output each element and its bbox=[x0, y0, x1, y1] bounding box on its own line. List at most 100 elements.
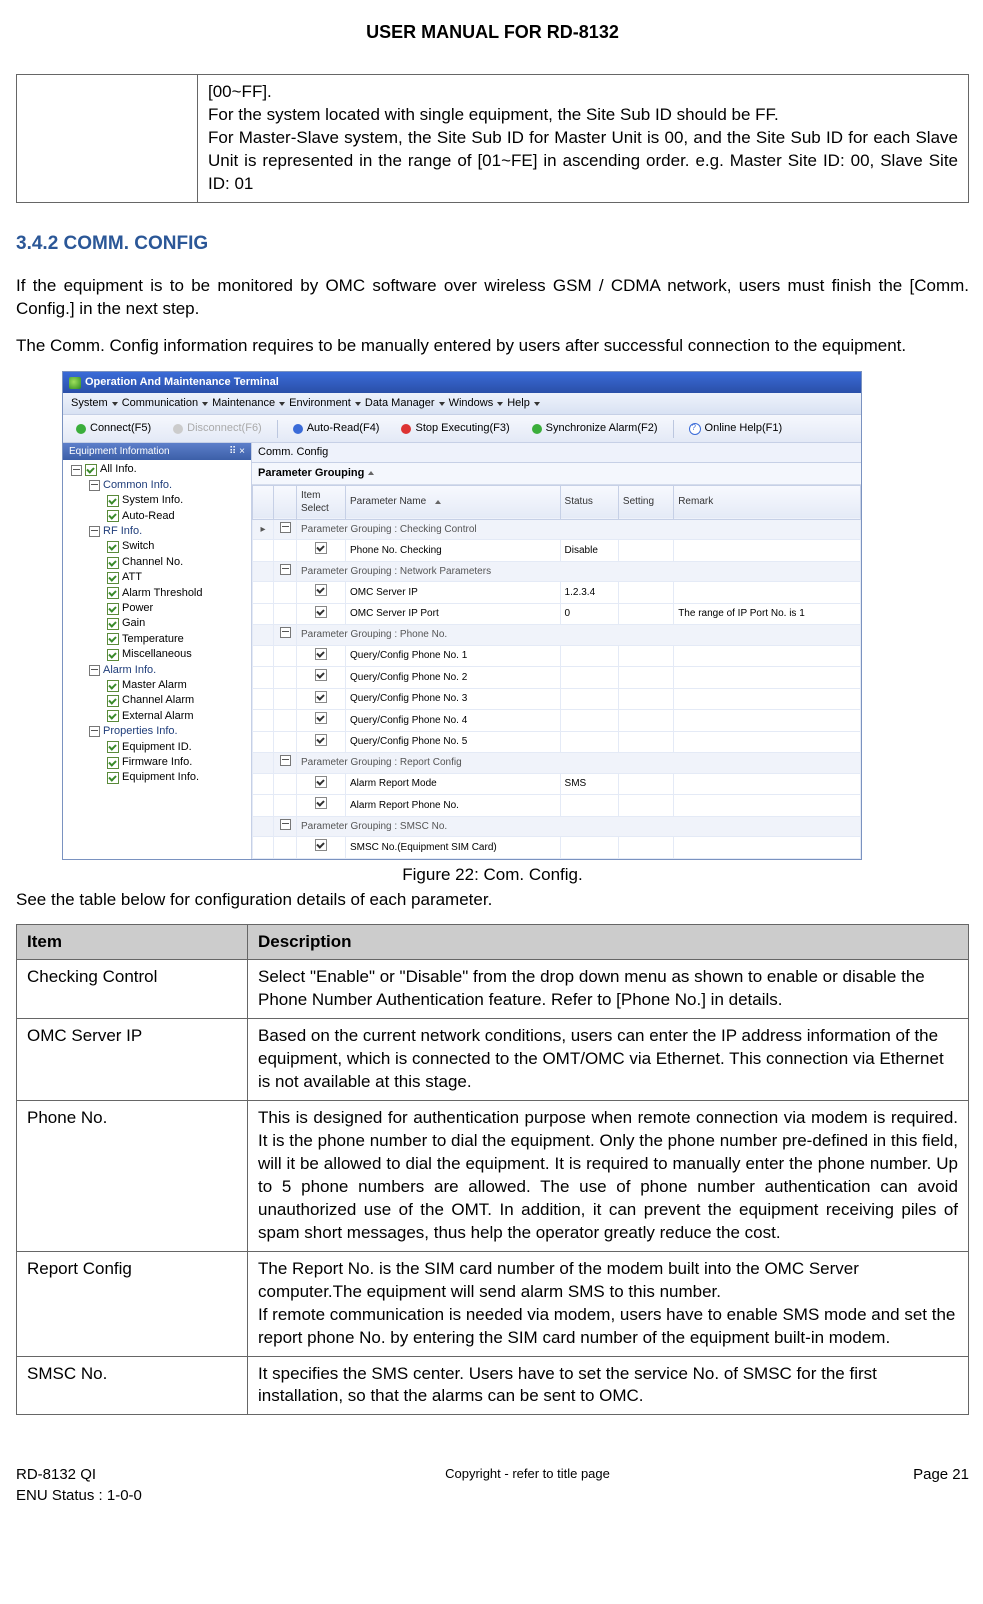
page-footer: RD-8132 QI ENU Status : 1-0-0 Copyright … bbox=[16, 1465, 969, 1506]
pin-close-icons[interactable]: ⠿ × bbox=[229, 445, 245, 459]
row-phone-no-checking[interactable]: Phone No. CheckingDisable bbox=[253, 540, 861, 562]
col-status[interactable]: Status bbox=[560, 485, 618, 519]
tab-comm-config[interactable]: Comm. Config bbox=[252, 443, 861, 463]
tree-att[interactable]: ATT bbox=[67, 570, 247, 585]
group-smsc-no[interactable]: Parameter Grouping : SMSC No. bbox=[253, 816, 861, 837]
collapse-icon[interactable] bbox=[71, 465, 82, 476]
checkbox-icon[interactable] bbox=[315, 712, 327, 724]
collapse-icon[interactable] bbox=[89, 665, 100, 676]
checkbox-icon[interactable] bbox=[315, 542, 327, 554]
check-icon bbox=[107, 587, 119, 599]
tree-equipment-info[interactable]: Equipment Info. bbox=[67, 770, 247, 785]
tree-external-alarm[interactable]: External Alarm bbox=[67, 709, 247, 724]
menubar: System Communication Maintenance Environ… bbox=[63, 393, 861, 414]
group-network-params[interactable]: Parameter Grouping : Network Parameters bbox=[253, 561, 861, 582]
tree-system-info[interactable]: System Info. bbox=[67, 493, 247, 508]
checkbox-icon[interactable] bbox=[315, 839, 327, 851]
auto-read-button[interactable]: Auto-Read(F4) bbox=[286, 418, 387, 439]
checkbox-icon[interactable] bbox=[315, 734, 327, 746]
row-phone-2[interactable]: Query/Config Phone No. 2 bbox=[253, 667, 861, 689]
row-phone-1[interactable]: Query/Config Phone No. 1 bbox=[253, 645, 861, 667]
menu-help[interactable]: Help bbox=[507, 396, 540, 411]
menu-communication[interactable]: Communication bbox=[122, 396, 208, 411]
menu-maintenance[interactable]: Maintenance bbox=[212, 396, 285, 411]
connect-button[interactable]: Connect(F5) bbox=[69, 418, 158, 439]
window-titlebar: Operation And Maintenance Terminal bbox=[63, 372, 861, 393]
row-phone-4[interactable]: Query/Config Phone No. 4 bbox=[253, 710, 861, 732]
menu-windows[interactable]: Windows bbox=[449, 396, 504, 411]
tree-master-alarm[interactable]: Master Alarm bbox=[67, 678, 247, 693]
toolbar-separator bbox=[277, 420, 278, 438]
sync-alarm-button[interactable]: Synchronize Alarm(F2) bbox=[525, 418, 665, 439]
row-alarm-report-mode[interactable]: Alarm Report ModeSMS bbox=[253, 773, 861, 795]
checkbox-icon[interactable] bbox=[315, 797, 327, 809]
footer-page-number: Page 21 bbox=[913, 1465, 969, 1485]
collapse-icon[interactable] bbox=[89, 726, 100, 737]
tree-gain[interactable]: Gain bbox=[67, 616, 247, 631]
collapse-icon[interactable] bbox=[280, 627, 291, 638]
online-help-button[interactable]: Online Help(F1) bbox=[682, 418, 790, 439]
tree-alarm-info[interactable]: Alarm Info. bbox=[67, 663, 247, 678]
tree-power[interactable]: Power bbox=[67, 601, 247, 616]
tree-auto-read[interactable]: Auto-Read bbox=[67, 509, 247, 524]
row-alarm-report-phone[interactable]: Alarm Report Phone No. bbox=[253, 795, 861, 817]
checkbox-icon[interactable] bbox=[315, 648, 327, 660]
collapse-icon[interactable] bbox=[89, 480, 100, 491]
check-icon bbox=[107, 695, 119, 707]
checkbox-icon[interactable] bbox=[315, 776, 327, 788]
group-checking-control[interactable]: ▸Parameter Grouping : Checking Control bbox=[253, 519, 861, 540]
toolbar-separator bbox=[673, 420, 674, 438]
stop-icon bbox=[401, 424, 411, 434]
checkbox-icon[interactable] bbox=[315, 584, 327, 596]
check-icon bbox=[107, 618, 119, 630]
collapse-icon[interactable] bbox=[280, 522, 291, 533]
disconnect-button: Disconnect(F6) bbox=[166, 418, 269, 439]
collapse-icon[interactable] bbox=[280, 819, 291, 830]
checkbox-icon[interactable] bbox=[315, 669, 327, 681]
col-item: Item bbox=[17, 924, 248, 960]
parameter-grouping-header[interactable]: Parameter Grouping bbox=[252, 463, 861, 485]
menu-environment[interactable]: Environment bbox=[289, 396, 361, 411]
site-sub-id-table: [00~FF]. For the system located with sin… bbox=[16, 74, 969, 203]
footer-left: RD-8132 QI ENU Status : 1-0-0 bbox=[16, 1465, 142, 1506]
tree-all-info[interactable]: All Info. bbox=[67, 462, 247, 477]
collapse-icon[interactable] bbox=[89, 526, 100, 537]
col-param-name[interactable]: Parameter Name bbox=[346, 485, 561, 519]
group-phone-no[interactable]: Parameter Grouping : Phone No. bbox=[253, 625, 861, 646]
tree-misc[interactable]: Miscellaneous bbox=[67, 647, 247, 662]
sidebar-title: Equipment Information ⠿ × bbox=[63, 443, 251, 461]
menu-data-manager[interactable]: Data Manager bbox=[365, 396, 445, 411]
tree-switch[interactable]: Switch bbox=[67, 539, 247, 554]
check-icon bbox=[107, 633, 119, 645]
tree-equipment-id[interactable]: Equipment ID. bbox=[67, 740, 247, 755]
row-smsc-no[interactable]: SMSC No.(Equipment SIM Card) bbox=[253, 837, 861, 859]
row-omc-server-ip[interactable]: OMC Server IP1.2.3.4 bbox=[253, 582, 861, 604]
check-icon bbox=[85, 464, 97, 476]
tree-temperature[interactable]: Temperature bbox=[67, 632, 247, 647]
collapse-icon[interactable] bbox=[280, 564, 291, 575]
col-item-select[interactable]: Item Select bbox=[297, 485, 346, 519]
group-report-config[interactable]: Parameter Grouping : Report Config bbox=[253, 753, 861, 774]
tree-firmware-info[interactable]: Firmware Info. bbox=[67, 755, 247, 770]
tree-channel-alarm[interactable]: Channel Alarm bbox=[67, 693, 247, 708]
refresh-icon bbox=[293, 424, 303, 434]
col-setting[interactable]: Setting bbox=[618, 485, 673, 519]
tree-alarm-threshold[interactable]: Alarm Threshold bbox=[67, 586, 247, 601]
table-row: Checking Control Select "Enable" or "Dis… bbox=[17, 960, 969, 1019]
see-table-below: See the table below for configuration de… bbox=[16, 889, 969, 912]
collapse-icon[interactable] bbox=[280, 755, 291, 766]
checkbox-icon[interactable] bbox=[315, 691, 327, 703]
row-omc-server-port[interactable]: OMC Server IP Port0The range of IP Port … bbox=[253, 603, 861, 625]
row-phone-3[interactable]: Query/Config Phone No. 3 bbox=[253, 688, 861, 710]
sort-asc-icon bbox=[368, 471, 374, 475]
tree-channel-no[interactable]: Channel No. bbox=[67, 555, 247, 570]
tree-common-info[interactable]: Common Info. bbox=[67, 478, 247, 493]
checkbox-icon[interactable] bbox=[315, 606, 327, 618]
col-remark[interactable]: Remark bbox=[674, 485, 861, 519]
tree-properties-info[interactable]: Properties Info. bbox=[67, 724, 247, 739]
sidebar: Equipment Information ⠿ × All Info. Comm… bbox=[63, 443, 252, 859]
menu-system[interactable]: System bbox=[71, 396, 118, 411]
row-phone-5[interactable]: Query/Config Phone No. 5 bbox=[253, 731, 861, 753]
tree-rf-info[interactable]: RF Info. bbox=[67, 524, 247, 539]
stop-executing-button[interactable]: Stop Executing(F3) bbox=[394, 418, 516, 439]
